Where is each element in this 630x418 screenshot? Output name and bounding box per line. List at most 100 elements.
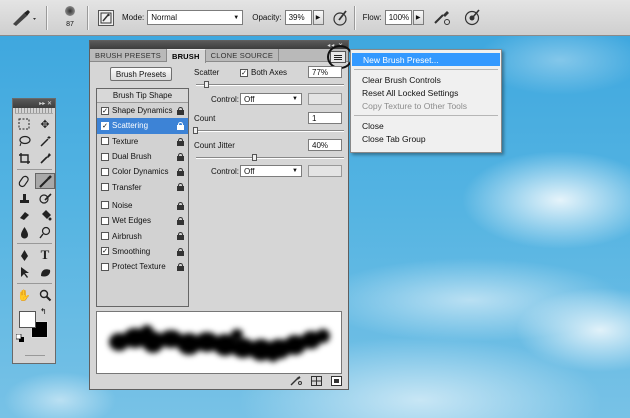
healing-brush-tool-icon[interactable] bbox=[14, 173, 34, 189]
brush-option-item[interactable]: Color Dynamics bbox=[97, 164, 188, 179]
menu-separator bbox=[354, 69, 498, 70]
count-jitter-value-input[interactable]: 40% bbox=[308, 139, 342, 151]
brush-option-checkbox[interactable] bbox=[101, 216, 109, 225]
scatter-slider[interactable] bbox=[196, 84, 344, 86]
lasso-tool-icon[interactable] bbox=[14, 133, 34, 149]
count-jitter-control-select[interactable]: Off ▼ bbox=[240, 165, 302, 177]
scatter-control-select[interactable]: Off ▼ bbox=[240, 93, 302, 105]
brush-size-picker[interactable]: 87 bbox=[57, 3, 83, 33]
zoom-tool-icon[interactable] bbox=[35, 287, 55, 303]
pen-tool-icon[interactable] bbox=[14, 247, 34, 263]
brush-option-item[interactable]: Airbrush bbox=[97, 228, 188, 243]
brush-panel-header[interactable]: ◂◂ ✕ bbox=[90, 41, 348, 49]
brush-option-checkbox[interactable] bbox=[101, 262, 109, 271]
brush-option-checkbox[interactable] bbox=[101, 152, 109, 161]
tablet-pressure-opacity-button[interactable] bbox=[330, 8, 350, 28]
brush-option-checkbox[interactable] bbox=[101, 183, 109, 192]
tools-panel: ▸▸ ✕ ✥ T ✋ ↰ bbox=[12, 98, 56, 364]
count-value-input[interactable]: 1 bbox=[308, 112, 342, 124]
lock-icon[interactable] bbox=[177, 201, 184, 210]
blur-tool-icon[interactable] bbox=[14, 224, 34, 240]
flow-slider-button[interactable]: ▶ bbox=[412, 10, 424, 25]
marquee-tool-icon[interactable] bbox=[14, 116, 34, 132]
brush-tool-preset-picker[interactable] bbox=[6, 5, 42, 31]
quick-mask-button[interactable] bbox=[25, 355, 45, 365]
brush-option-item[interactable]: ✓ Smoothing bbox=[97, 244, 188, 259]
pressure-pen-icon bbox=[332, 9, 347, 26]
brush-option-checkbox[interactable]: ✓ bbox=[101, 106, 109, 115]
paint-bucket-tool-icon[interactable] bbox=[35, 207, 55, 223]
brush-option-checkbox[interactable] bbox=[101, 167, 109, 176]
tab-brush[interactable]: BRUSH bbox=[166, 49, 206, 63]
lock-icon[interactable] bbox=[177, 137, 184, 146]
brush-tip-shape-item[interactable]: Brush Tip Shape bbox=[97, 89, 188, 103]
scatter-slider-knob[interactable] bbox=[204, 81, 210, 88]
count-slider-knob[interactable] bbox=[193, 127, 198, 134]
tab-clone-source[interactable]: CLONE SOURCE bbox=[206, 49, 280, 61]
both-axes-checkbox[interactable]: ✓ Both Axes bbox=[240, 68, 287, 77]
menu-item[interactable]: Clear Brush Controls bbox=[351, 73, 501, 86]
menu-item[interactable]: Close bbox=[351, 119, 501, 132]
menu-item[interactable]: Close Tab Group bbox=[351, 132, 501, 145]
shape-tool-icon[interactable] bbox=[35, 264, 55, 280]
toggle-brush-panel-button[interactable] bbox=[98, 9, 114, 26]
history-brush-tool-icon[interactable] bbox=[35, 190, 55, 206]
brush-option-checkbox[interactable]: ✓ bbox=[101, 247, 109, 256]
type-tool-icon[interactable]: T bbox=[35, 247, 55, 263]
path-selection-tool-icon[interactable] bbox=[14, 264, 34, 280]
brush-option-item[interactable]: ✓ Shape Dynamics bbox=[97, 103, 188, 118]
lock-icon[interactable] bbox=[177, 122, 184, 131]
eyedropper-tool-icon[interactable] bbox=[35, 150, 55, 166]
lock-icon[interactable] bbox=[177, 232, 184, 241]
foreground-color-swatch[interactable] bbox=[19, 311, 36, 328]
brush-option-item[interactable]: Noise bbox=[97, 198, 188, 213]
mode-select[interactable]: Normal ▼ bbox=[147, 10, 244, 25]
brush-option-checkbox[interactable] bbox=[101, 232, 109, 241]
brush-option-checkbox[interactable]: ✓ bbox=[101, 121, 109, 130]
opacity-input[interactable]: 39% bbox=[284, 10, 312, 25]
brush-option-item[interactable]: Texture bbox=[97, 134, 188, 149]
brush-option-item[interactable]: Dual Brush bbox=[97, 149, 188, 164]
options-separator bbox=[87, 5, 88, 30]
brush-option-item[interactable]: Wet Edges bbox=[97, 213, 188, 228]
brush-option-item[interactable]: Transfer bbox=[97, 179, 188, 194]
brush-option-item[interactable]: ✓ Scattering bbox=[97, 118, 188, 134]
lock-icon[interactable] bbox=[177, 217, 184, 226]
create-new-brush-icon[interactable] bbox=[330, 376, 342, 386]
lock-icon[interactable] bbox=[177, 168, 184, 177]
clone-stamp-tool-icon[interactable] bbox=[14, 190, 34, 206]
toggle-live-tip-preview-icon[interactable] bbox=[290, 376, 302, 386]
show-grid-icon[interactable] bbox=[310, 376, 322, 386]
count-slider[interactable] bbox=[196, 130, 344, 132]
brush-option-checkbox[interactable] bbox=[101, 201, 109, 210]
count-jitter-slider-knob[interactable] bbox=[252, 154, 258, 161]
brush-tool-icon[interactable] bbox=[35, 173, 55, 189]
menu-item[interactable]: Reset All Locked Settings bbox=[351, 86, 501, 99]
lock-icon[interactable] bbox=[177, 262, 184, 271]
tools-panel-header[interactable]: ▸▸ ✕ bbox=[13, 99, 55, 108]
count-jitter-slider[interactable] bbox=[196, 157, 344, 159]
airbrush-toggle-button[interactable] bbox=[432, 8, 452, 28]
move-tool-icon[interactable]: ✥ bbox=[35, 116, 55, 132]
swap-colors-icon[interactable]: ↰ bbox=[40, 307, 47, 316]
crop-tool-icon[interactable] bbox=[14, 150, 34, 166]
brush-option-checkbox[interactable] bbox=[101, 137, 109, 146]
scatter-value-input[interactable]: 77% bbox=[308, 66, 342, 78]
tablet-pressure-size-button[interactable] bbox=[462, 8, 482, 28]
collapse-icon[interactable]: ▸▸ ✕ bbox=[39, 100, 52, 107]
lock-icon[interactable] bbox=[177, 183, 184, 192]
brush-option-item[interactable]: Protect Texture bbox=[97, 259, 188, 274]
hand-tool-icon[interactable]: ✋ bbox=[14, 287, 34, 303]
lock-icon[interactable] bbox=[177, 152, 184, 161]
lock-icon[interactable] bbox=[177, 107, 184, 115]
default-colors-icon[interactable] bbox=[16, 334, 24, 342]
menu-item[interactable]: New Brush Preset... bbox=[352, 53, 500, 66]
dodge-tool-icon[interactable] bbox=[35, 224, 55, 240]
opacity-slider-button[interactable]: ▶ bbox=[312, 10, 324, 25]
tab-brush-presets[interactable]: BRUSH PRESETS bbox=[90, 49, 167, 61]
eraser-tool-icon[interactable] bbox=[14, 207, 34, 223]
brush-presets-button[interactable]: Brush Presets bbox=[110, 67, 172, 81]
flow-input[interactable]: 100% bbox=[384, 10, 412, 25]
magic-wand-tool-icon[interactable] bbox=[35, 133, 55, 149]
lock-icon[interactable] bbox=[177, 247, 184, 256]
